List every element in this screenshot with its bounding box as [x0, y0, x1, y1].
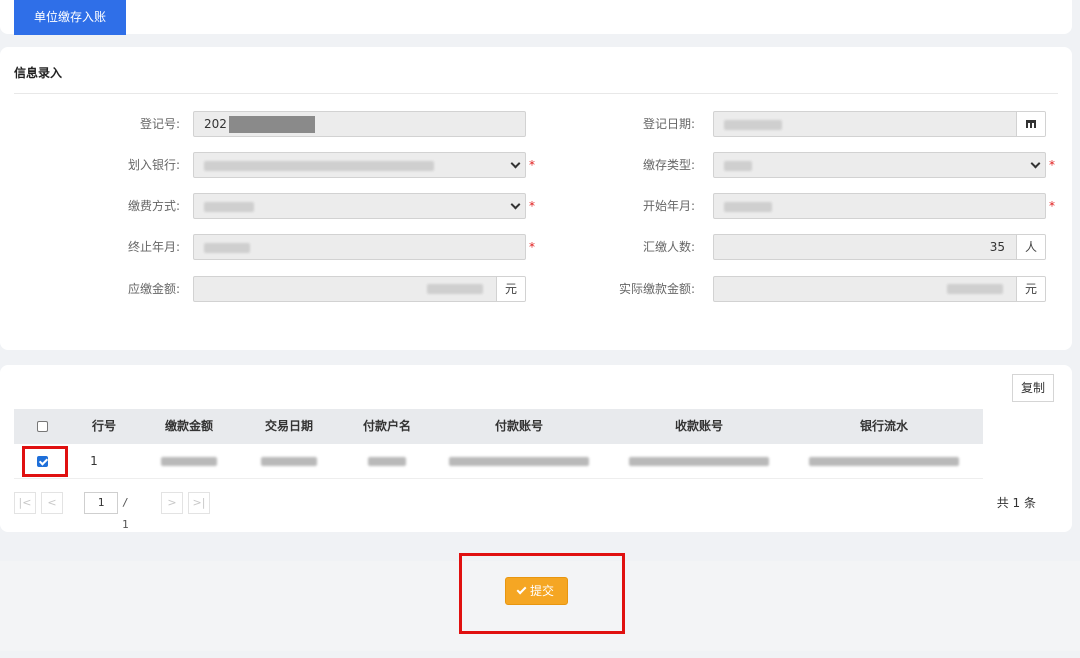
reg-no-label: 登记号: [139, 117, 180, 131]
copy-button[interactable]: 复制 [1011, 374, 1054, 402]
row-number: 1 [90, 454, 98, 468]
col-header: 行号 [91, 419, 116, 433]
blurred-value [947, 284, 1003, 294]
reg-date-label: 登记日期: [642, 117, 695, 131]
bank-label: 划入银行: [127, 158, 180, 172]
total-count: 共 1 条 [996, 496, 1036, 510]
tab-unit-deposit-entry[interactable]: 单位缴存入账 [14, 0, 127, 35]
blurred-value [427, 284, 483, 294]
blurred-cell [624, 444, 774, 479]
blurred-value [204, 160, 434, 171]
reg-no-value: 202 [204, 117, 227, 131]
blurred-value [724, 201, 772, 212]
highlight-box [459, 553, 625, 634]
pay-method-select[interactable] [193, 193, 526, 219]
last-page-button[interactable]: >| [188, 492, 210, 514]
pay-method-label: 缴费方式: [127, 199, 180, 213]
blurred-cell [342, 444, 432, 479]
info-entry-panel: 信息录入 登记号: 202 登记日期: 划入银行: * 缴存类型: * 缴费方式… [0, 47, 1072, 350]
headcount-label: 汇缴人数: [642, 240, 695, 254]
bank-select[interactable] [193, 152, 526, 178]
deposit-type-label: 缴存类型: [642, 158, 695, 172]
calendar-button[interactable] [1016, 112, 1045, 136]
blurred-cell [244, 444, 334, 479]
next-page-button[interactable]: > [161, 492, 183, 514]
due-amount-label: 应缴金额: [127, 282, 180, 296]
blurred-cell [144, 444, 234, 479]
prev-page-button[interactable]: < [41, 492, 63, 514]
required-mark: * [1049, 199, 1055, 213]
select-all-checkbox[interactable] [37, 421, 48, 432]
start-month-label: 开始年月: [642, 199, 695, 213]
panel-title: 信息录入 [14, 66, 63, 80]
reg-no-input[interactable]: 202 [193, 111, 526, 137]
highlight-box [22, 446, 68, 477]
col-header: 收款账号 [674, 419, 723, 433]
actual-amount-unit: 元 [1016, 277, 1045, 301]
headcount-unit: 人 [1016, 235, 1045, 259]
headcount-input[interactable]: 35 人 [713, 234, 1046, 260]
blurred-value [724, 119, 782, 130]
due-amount-input[interactable]: 元 [193, 276, 526, 302]
actual-amount-label: 实际缴款金额: [618, 282, 695, 296]
page-input[interactable]: 1 [84, 492, 118, 514]
divider [14, 93, 1058, 94]
redaction-mask [228, 116, 315, 133]
table-row[interactable]: 1 [14, 444, 983, 479]
col-header: 付款账号 [494, 419, 543, 433]
calendar-icon [1026, 120, 1036, 128]
blurred-value [204, 201, 254, 212]
headcount-value: 35 [989, 240, 1005, 254]
end-month-label: 终止年月: [127, 240, 180, 254]
table-header: 行号 缴款金额 交易日期 付款户名 付款账号 收款账号 银行流水 [14, 409, 983, 444]
required-mark: * [1049, 158, 1055, 172]
blurred-value [204, 242, 250, 253]
deposit-type-select[interactable] [713, 152, 1046, 178]
actual-amount-input[interactable]: 元 [713, 276, 1046, 302]
start-month-input[interactable] [713, 193, 1046, 219]
blurred-cell [809, 444, 959, 479]
col-header: 缴款金额 [164, 419, 213, 433]
blurred-value [724, 160, 752, 171]
blurred-cell [444, 444, 594, 479]
first-page-button[interactable]: |< [14, 492, 36, 514]
payment-table-panel: 复制 行号 缴款金额 交易日期 付款户名 付款账号 收款账号 银行流水 1 |<… [0, 365, 1072, 532]
col-header: 交易日期 [264, 419, 313, 433]
col-header: 银行流水 [859, 419, 908, 433]
page-total: / 1 [122, 496, 129, 531]
end-month-input[interactable] [193, 234, 526, 260]
col-header: 付款户名 [362, 419, 411, 433]
chevron-down-icon [1030, 158, 1041, 169]
reg-date-input[interactable] [713, 111, 1046, 137]
tab-strip: 单位缴存入账 [0, 0, 1072, 35]
